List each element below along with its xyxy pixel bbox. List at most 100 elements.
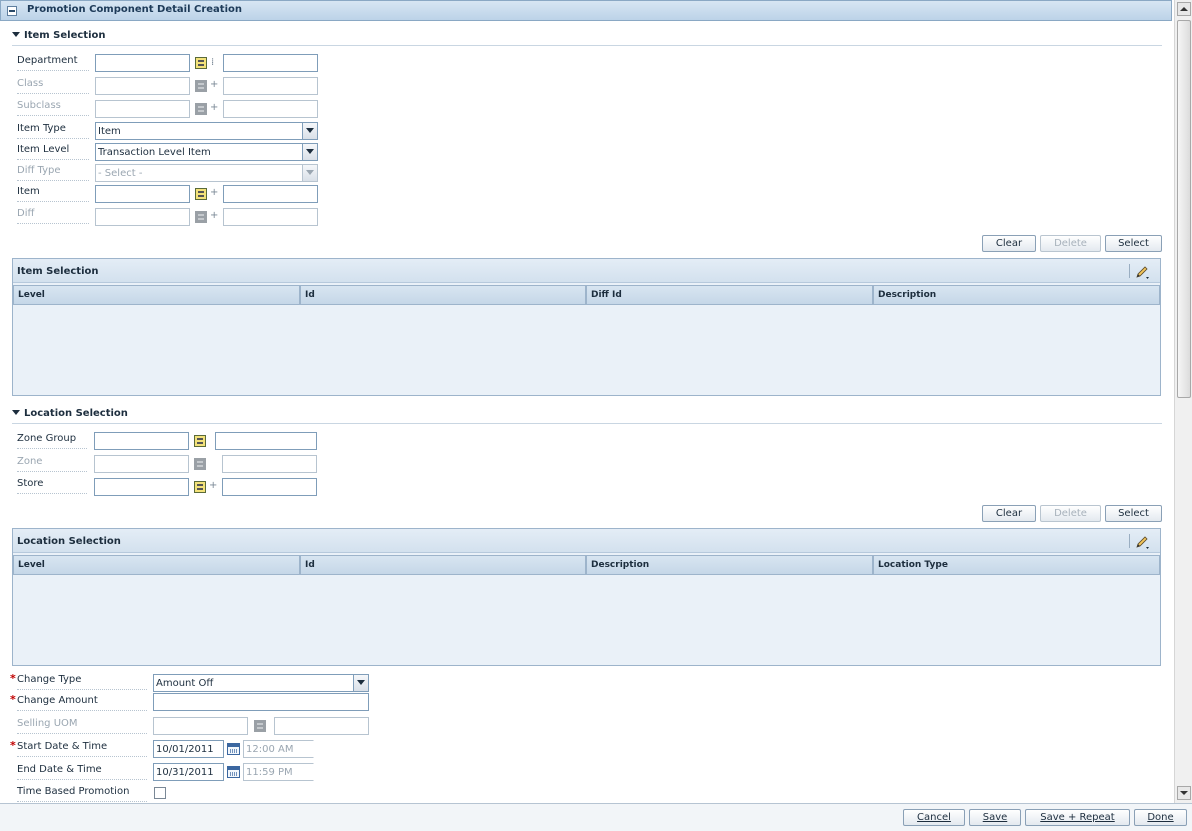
subclass-description-input (223, 100, 318, 118)
item-select-button[interactable]: Select (1105, 235, 1162, 252)
page-title: Promotion Component Detail Creation (27, 4, 242, 15)
zone-group-label: Zone Group (17, 433, 87, 449)
selling-uom-lov-icon (254, 720, 266, 732)
item-label: Item (17, 186, 89, 202)
end-date-input[interactable] (153, 763, 224, 781)
department-lov-icon[interactable] (195, 57, 207, 69)
column-header-id[interactable]: Id (300, 285, 586, 305)
zone-description-input (222, 455, 317, 473)
item-type-label: Item Type (17, 123, 89, 139)
diff-lov-icon (195, 211, 207, 223)
item-type-dropdown-icon[interactable] (302, 123, 317, 139)
column-header-location-type[interactable]: Location Type (873, 555, 1160, 575)
location-select-button[interactable]: Select (1105, 505, 1162, 522)
store-label: Store (17, 478, 87, 494)
item-type-select[interactable]: Item (95, 122, 318, 140)
required-asterisk: * (10, 739, 16, 752)
location-delete-button[interactable]: Delete (1040, 505, 1101, 522)
item-level-select[interactable]: Transaction Level Item (95, 143, 318, 161)
done-button[interactable]: Done (1134, 809, 1187, 826)
store-lov-icon[interactable] (194, 481, 206, 493)
start-date-time-label: Start Date & Time (17, 741, 147, 757)
department-description-input (223, 54, 318, 72)
column-header-level[interactable]: Level (13, 285, 300, 305)
edit-pencil-icon[interactable] (1134, 534, 1150, 550)
change-type-dropdown-icon[interactable] (353, 675, 368, 691)
scroll-down-icon[interactable] (1177, 786, 1191, 800)
required-asterisk: * (10, 672, 16, 685)
column-header-description[interactable]: Description (873, 285, 1160, 305)
class-input[interactable] (95, 77, 190, 95)
item-plus-icon: + (210, 187, 219, 198)
change-amount-label: Change Amount (17, 695, 147, 711)
class-label: Class (17, 78, 89, 94)
zone-group-input[interactable] (94, 432, 189, 450)
selling-uom-description-input (274, 717, 369, 735)
location-clear-button[interactable]: Clear (982, 505, 1036, 522)
expand-triangle-icon (12, 32, 20, 37)
selling-uom-label: Selling UOM (17, 718, 147, 734)
store-plus-icon: + (209, 480, 218, 491)
diff-description-input (223, 208, 318, 226)
start-time-input[interactable] (243, 740, 314, 758)
column-header-description[interactable]: Description (586, 555, 873, 575)
save-button[interactable]: Save (969, 809, 1021, 826)
store-description-input (222, 478, 317, 496)
diff-type-label: Diff Type (17, 165, 89, 181)
collapse-icon[interactable] (7, 6, 17, 16)
department-label: Department (17, 55, 89, 71)
panel-title-bar: Promotion Component Detail Creation (0, 0, 1172, 21)
zone-lov-icon (194, 458, 206, 470)
scroll-up-icon[interactable] (1177, 2, 1191, 16)
item-selection-table: Item Selection Level Id Diff Id Descript… (12, 258, 1161, 396)
start-calendar-icon[interactable] (227, 743, 240, 755)
end-calendar-icon[interactable] (227, 766, 240, 778)
location-selection-table: Location Selection Level Id Description … (12, 528, 1161, 666)
diff-input[interactable] (95, 208, 190, 226)
location-selection-table-header: Location Selection (13, 529, 1160, 553)
save-repeat-button[interactable]: Save + Repeat (1025, 809, 1130, 826)
cancel-button[interactable]: Cancel (903, 809, 965, 826)
item-delete-button[interactable]: Delete (1040, 235, 1101, 252)
store-input[interactable] (94, 478, 189, 496)
column-header-id[interactable]: Id (300, 555, 586, 575)
subclass-plus-icon: + (210, 102, 219, 113)
edit-pencil-icon[interactable] (1134, 264, 1150, 280)
item-level-label: Item Level (17, 144, 89, 160)
start-date-input[interactable] (153, 740, 224, 758)
class-lov-icon (195, 80, 207, 92)
change-amount-input[interactable] (153, 693, 369, 711)
end-time-input[interactable] (243, 763, 314, 781)
diff-plus-icon: + (210, 210, 219, 221)
subclass-input[interactable] (95, 100, 190, 118)
time-based-promotion-checkbox[interactable] (154, 787, 166, 799)
required-asterisk: * (10, 693, 16, 706)
class-plus-icon: + (210, 79, 219, 90)
change-type-label: Change Type (17, 674, 147, 690)
time-based-promotion-label: Time Based Promotion (17, 786, 147, 802)
item-input[interactable] (95, 185, 190, 203)
end-date-time-label: End Date & Time (17, 764, 147, 780)
diff-type-dropdown-icon[interactable] (302, 165, 317, 181)
scrollbar-thumb[interactable] (1177, 20, 1191, 398)
change-type-select[interactable]: Amount Off (153, 674, 369, 692)
location-selection-section-header[interactable]: Location Selection (12, 408, 1162, 424)
item-level-dropdown-icon[interactable] (302, 144, 317, 160)
item-description-input (223, 185, 318, 203)
selling-uom-input[interactable] (153, 717, 248, 735)
vertical-scrollbar[interactable] (1174, 0, 1192, 803)
item-selection-section-header[interactable]: Item Selection (12, 30, 1162, 46)
zone-group-description-input (215, 432, 317, 450)
item-lov-icon[interactable] (195, 188, 207, 200)
subclass-label: Subclass (17, 100, 89, 116)
department-input[interactable] (95, 54, 190, 72)
column-header-diff-id[interactable]: Diff Id (586, 285, 873, 305)
diff-type-select[interactable]: - Select - (95, 164, 318, 182)
item-selection-table-header: Item Selection (13, 259, 1160, 283)
zone-label: Zone (17, 456, 87, 472)
department-plus-icon: ⁞ (211, 57, 215, 68)
zone-input[interactable] (94, 455, 189, 473)
zone-group-lov-icon[interactable] (194, 435, 206, 447)
item-clear-button[interactable]: Clear (982, 235, 1036, 252)
column-header-level[interactable]: Level (13, 555, 300, 575)
